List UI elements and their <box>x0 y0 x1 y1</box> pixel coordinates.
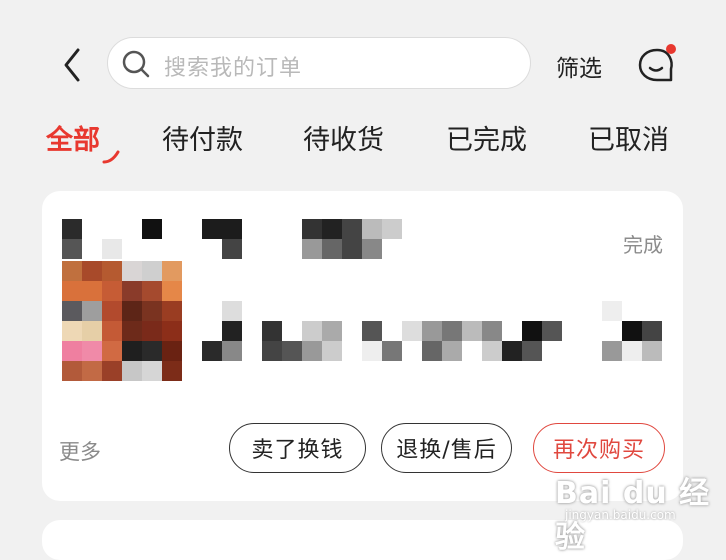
search-input[interactable]: 搜索我的订单 <box>107 37 531 89</box>
more-link[interactable]: 更多 <box>59 436 101 466</box>
order-card[interactable]: 完成 更多 卖了换钱 退换/售后 再次购买 <box>42 191 683 501</box>
search-icon <box>122 50 150 78</box>
notification-dot <box>666 44 676 54</box>
tab-all[interactable]: 全部 <box>46 118 100 157</box>
product-title-redacted <box>202 301 672 361</box>
back-arrow-icon[interactable] <box>58 45 88 85</box>
store-name-redacted <box>62 219 402 259</box>
order-status: 完成 <box>623 233 663 257</box>
tab-completed[interactable]: 已完成 <box>446 118 527 157</box>
top-bar: 搜索我的订单 筛选 <box>0 0 726 110</box>
tab-pending-receipt[interactable]: 待收货 <box>303 118 384 157</box>
order-tabs: 全部 待付款 待收货 已完成 已取消 <box>0 112 726 172</box>
watermark-url: jingyan.baidu.com <box>565 508 676 522</box>
active-tab-indicator <box>102 150 120 164</box>
tab-cancelled[interactable]: 已取消 <box>588 118 669 157</box>
product-image[interactable] <box>62 261 182 401</box>
tab-pending-payment[interactable]: 待付款 <box>162 118 243 157</box>
search-placeholder: 搜索我的订单 <box>164 56 303 81</box>
buy-again-button[interactable]: 再次购买 <box>533 423 665 473</box>
return-aftersales-button[interactable]: 退换/售后 <box>381 423 512 473</box>
chat-bubble-icon[interactable] <box>635 43 679 87</box>
filter-button[interactable]: 筛选 <box>556 49 602 83</box>
sell-for-cash-button[interactable]: 卖了换钱 <box>229 423 366 473</box>
